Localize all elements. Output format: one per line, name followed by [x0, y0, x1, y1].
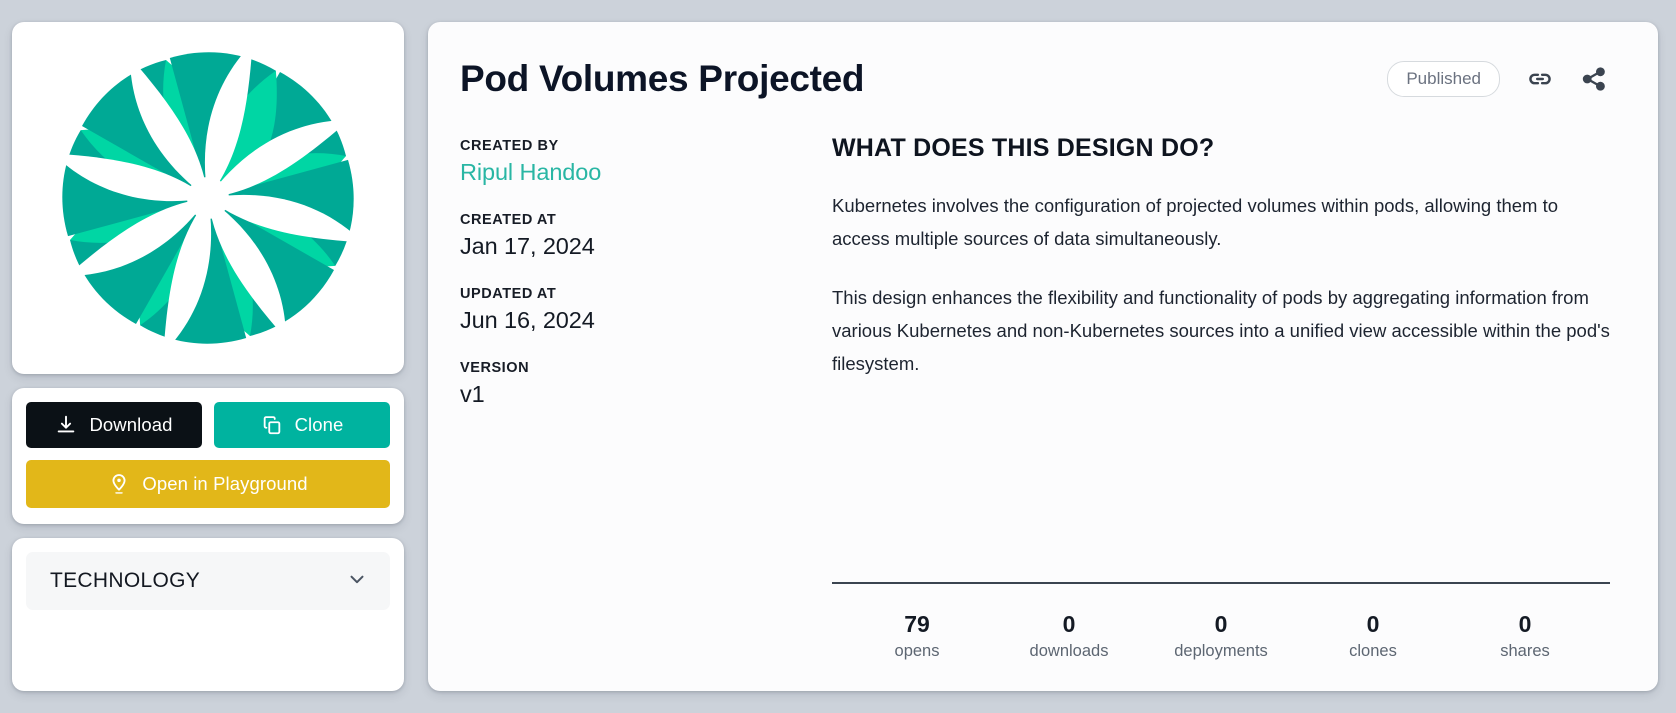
stat-value: 0: [1145, 610, 1297, 639]
meta-label: CREATED AT: [460, 212, 832, 228]
description-heading: WHAT DOES THIS DESIGN DO?: [832, 134, 1610, 163]
clone-button[interactable]: Clone: [214, 402, 390, 448]
sidebar: Download Clone: [12, 22, 404, 691]
meta-version: VERSION v1: [460, 360, 832, 408]
share-icon: [1580, 65, 1608, 93]
meta-label: VERSION: [460, 360, 832, 376]
author-link[interactable]: Ripul Handoo: [460, 159, 832, 186]
stat-clones: 0 clones: [1297, 610, 1449, 661]
stat-value: 0: [1297, 610, 1449, 639]
meta-updated-at: UPDATED AT Jun 16, 2024: [460, 286, 832, 334]
stat-label: downloads: [993, 642, 1145, 661]
stats-divider: [832, 582, 1610, 584]
stat-value: 0: [993, 610, 1145, 639]
panel-body: CREATED BY Ripul Handoo CREATED AT Jan 1…: [460, 134, 1616, 691]
location-pin-icon: [108, 472, 130, 496]
clone-button-label: Clone: [295, 414, 344, 436]
stat-label: clones: [1297, 642, 1449, 661]
meta-value: Jun 16, 2024: [460, 307, 832, 334]
stat-shares: 0 shares: [1449, 610, 1601, 661]
stat-value: 0: [1449, 610, 1601, 639]
stat-downloads: 0 downloads: [993, 610, 1145, 661]
meshery-pinwheel-logo-icon: [58, 48, 358, 348]
design-detail-panel: Pod Volumes Projected Published: [428, 22, 1658, 691]
spacer: [832, 407, 1610, 583]
header-actions: Published: [1387, 61, 1608, 97]
link-icon: [1526, 65, 1554, 93]
share-button[interactable]: [1580, 65, 1608, 93]
stat-opens: 79 opens: [841, 610, 993, 661]
panel-header: Pod Volumes Projected Published: [460, 58, 1616, 100]
technology-card: TECHNOLOGY: [12, 538, 404, 691]
meta-created-by: CREATED BY Ripul Handoo: [460, 138, 832, 186]
stat-deployments: 0 deployments: [1145, 610, 1297, 661]
design-thumbnail-card: [12, 22, 404, 374]
metadata-column: CREATED BY Ripul Handoo CREATED AT Jan 1…: [460, 134, 832, 691]
open-in-playground-label: Open in Playground: [142, 473, 307, 495]
design-actions-card: Download Clone: [12, 388, 404, 524]
copy-icon: [261, 414, 283, 436]
download-icon: [55, 414, 77, 436]
meta-value: v1: [460, 381, 832, 408]
stat-label: deployments: [1145, 642, 1297, 661]
description-paragraph-2: This design enhances the flexibility and…: [832, 281, 1610, 380]
stat-value: 79: [841, 610, 993, 639]
copy-link-button[interactable]: [1526, 65, 1554, 93]
description-paragraph-1: Kubernetes involves the configuration of…: [832, 189, 1610, 255]
meta-label: UPDATED AT: [460, 286, 832, 302]
meta-label: CREATED BY: [460, 138, 832, 154]
stat-label: opens: [841, 642, 993, 661]
open-in-playground-button[interactable]: Open in Playground: [26, 460, 390, 508]
meta-created-at: CREATED AT Jan 17, 2024: [460, 212, 832, 260]
chevron-down-icon[interactable]: [346, 568, 368, 595]
download-button-label: Download: [89, 414, 172, 436]
description-column: WHAT DOES THIS DESIGN DO? Kubernetes inv…: [832, 134, 1616, 691]
stats-row: 79 opens 0 downloads 0 deployments 0 clo…: [832, 610, 1610, 691]
technology-accordion-label: TECHNOLOGY: [50, 569, 200, 593]
meta-value: Jan 17, 2024: [460, 233, 832, 260]
design-detail-page: Download Clone: [0, 0, 1676, 713]
primary-action-row: Download Clone: [26, 402, 390, 448]
page-title: Pod Volumes Projected: [460, 58, 864, 100]
status-badge[interactable]: Published: [1387, 61, 1500, 97]
download-button[interactable]: Download: [26, 402, 202, 448]
technology-accordion-header[interactable]: TECHNOLOGY: [26, 552, 390, 610]
stat-label: shares: [1449, 642, 1601, 661]
